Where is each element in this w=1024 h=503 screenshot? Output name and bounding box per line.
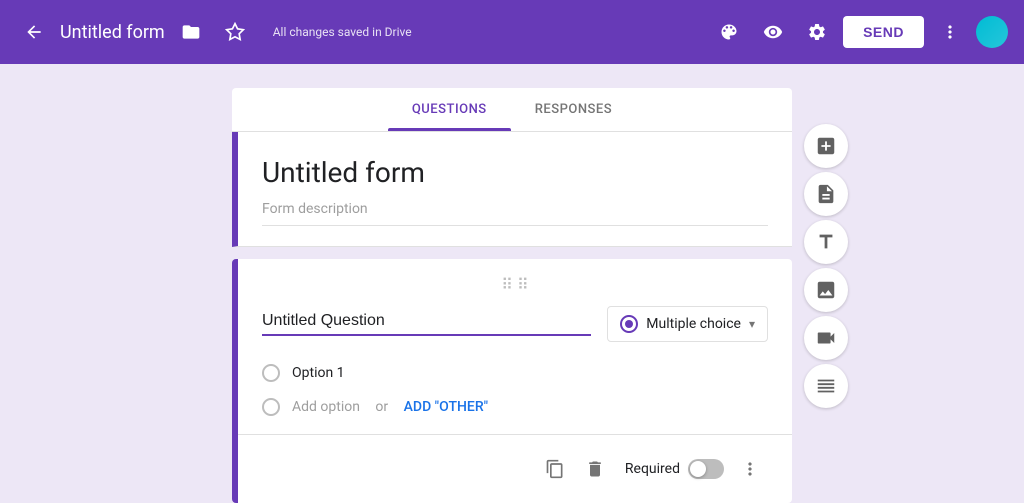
- add-option-text[interactable]: Add option: [292, 399, 360, 415]
- add-option-row: Add option or ADD "OTHER": [262, 392, 768, 422]
- topbar-left: Untitled form All changes saved in Drive: [16, 14, 703, 50]
- question-card: ⠿ ⠿ Multiple choice ▾ Option 1 A: [232, 259, 792, 503]
- radio-filled-icon: [620, 315, 638, 333]
- drag-handle[interactable]: ⠿ ⠿: [262, 275, 768, 294]
- question-type-dropdown[interactable]: Multiple choice ▾: [607, 306, 768, 342]
- palette-button[interactable]: [711, 14, 747, 50]
- back-button[interactable]: [16, 14, 52, 50]
- preview-button[interactable]: [755, 14, 791, 50]
- required-toggle[interactable]: [688, 459, 724, 479]
- tab-questions[interactable]: QUESTIONS: [388, 88, 511, 131]
- option-row: Option 1: [262, 358, 768, 388]
- topbar-right: SEND: [711, 14, 1008, 50]
- required-label: Required: [625, 461, 680, 477]
- form-description[interactable]: Form description: [262, 201, 768, 226]
- delete-button[interactable]: [577, 451, 613, 487]
- topbar: Untitled form All changes saved in Drive: [0, 0, 1024, 64]
- more-options-button[interactable]: [932, 14, 968, 50]
- add-option-radio-icon: [262, 398, 280, 416]
- duplicate-button[interactable]: [537, 451, 573, 487]
- form-container: QUESTIONS RESPONSES Untitled form Form d…: [232, 88, 792, 479]
- import-questions-button[interactable]: [804, 172, 848, 216]
- tab-responses[interactable]: RESPONSES: [511, 88, 636, 131]
- more-options-question-button[interactable]: [732, 451, 768, 487]
- add-video-button[interactable]: [804, 316, 848, 360]
- form-title[interactable]: Untitled form: [262, 156, 768, 189]
- send-button[interactable]: SEND: [843, 16, 924, 48]
- folder-button[interactable]: [173, 14, 209, 50]
- add-section-button[interactable]: [804, 364, 848, 408]
- dropdown-arrow-icon: ▾: [749, 317, 755, 331]
- form-title-card: Untitled form Form description: [232, 132, 792, 247]
- app-title: Untitled form: [60, 22, 165, 43]
- card-footer: Required: [262, 447, 768, 487]
- add-question-button[interactable]: [804, 124, 848, 168]
- or-text: or: [372, 399, 392, 415]
- tabs-bar: QUESTIONS RESPONSES: [232, 88, 792, 132]
- radio-empty-icon: [262, 364, 280, 382]
- settings-button[interactable]: [799, 14, 835, 50]
- add-other-link[interactable]: ADD "OTHER": [404, 399, 488, 415]
- question-type-label: Multiple choice: [646, 316, 741, 332]
- user-avatar[interactable]: [976, 16, 1008, 48]
- add-title-button[interactable]: [804, 220, 848, 264]
- autosave-status: All changes saved in Drive: [273, 25, 412, 39]
- card-divider: [238, 434, 792, 435]
- right-toolbar: [804, 124, 848, 408]
- toggle-knob: [690, 461, 706, 477]
- question-title-input[interactable]: [262, 312, 591, 336]
- question-header: Multiple choice ▾: [262, 306, 768, 342]
- option-1-label[interactable]: Option 1: [292, 365, 345, 381]
- add-image-button[interactable]: [804, 268, 848, 312]
- star-button[interactable]: [217, 14, 253, 50]
- radio-inner: [625, 320, 633, 328]
- main-content: QUESTIONS RESPONSES Untitled form Form d…: [0, 64, 1024, 503]
